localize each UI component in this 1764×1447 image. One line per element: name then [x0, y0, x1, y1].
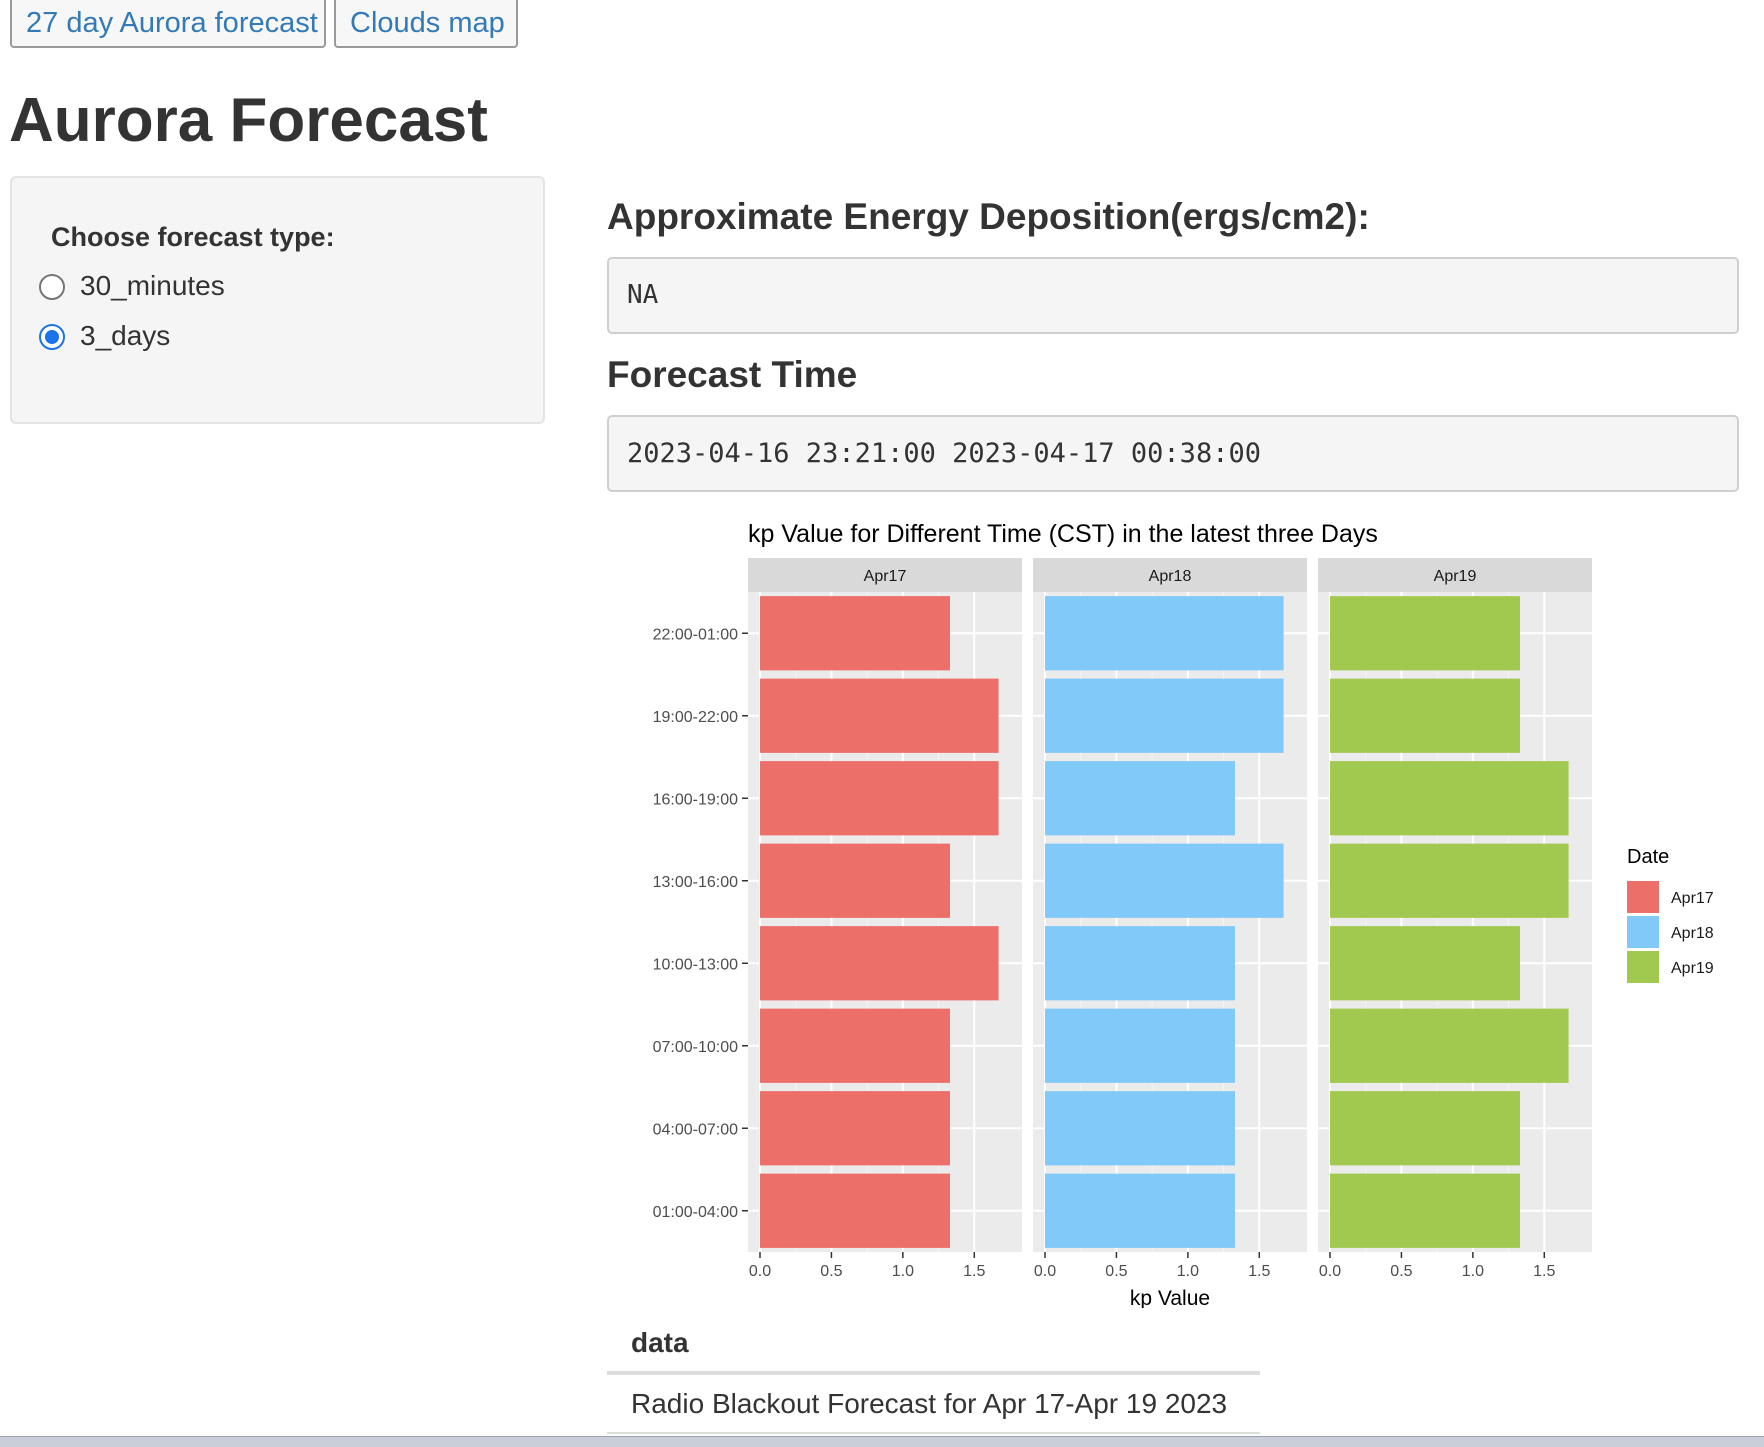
bar	[1330, 678, 1520, 753]
y-tick-label: 04:00-07:00	[653, 1121, 739, 1138]
radio-label: 3_days	[80, 320, 171, 351]
bar	[760, 596, 950, 671]
x-tick-label: 0.0	[749, 1263, 771, 1280]
bar	[1330, 843, 1569, 918]
x-tick-label: 1.5	[963, 1263, 985, 1280]
x-tick-label: 0.5	[1390, 1263, 1412, 1280]
energy-output: NA	[607, 257, 1739, 334]
table-header: data	[607, 1325, 1260, 1375]
x-tick-label: 0.5	[1105, 1263, 1127, 1280]
bar	[760, 843, 950, 918]
aurora-27-day-forecast-button[interactable]: 27 day Aurora forecast	[10, 0, 326, 48]
bar	[1330, 1173, 1520, 1248]
page-title: Aurora Forecast	[9, 86, 488, 155]
forecast-time-heading: Forecast Time	[607, 354, 858, 395]
bar	[1330, 1008, 1569, 1083]
bar	[1330, 1091, 1520, 1166]
legend-label: Apr17	[1671, 890, 1714, 907]
bar	[760, 926, 999, 1001]
radio-circle[interactable]	[39, 274, 65, 300]
facet-strip-label: Apr17	[864, 568, 907, 585]
bar	[760, 1091, 950, 1166]
bar	[1045, 678, 1284, 753]
x-tick-label: 0.0	[1319, 1263, 1341, 1280]
radio-label: 30_minutes	[80, 270, 225, 301]
y-tick-label: 07:00-10:00	[653, 1039, 739, 1056]
bar	[1330, 926, 1520, 1001]
legend-swatch	[1627, 881, 1659, 913]
clouds-map-button[interactable]: Clouds map	[334, 0, 518, 48]
y-tick-label: 22:00-01:00	[653, 626, 739, 643]
energy-heading: Approximate Energy Deposition(ergs/cm2):	[607, 196, 1370, 237]
bar	[1330, 761, 1569, 836]
bar	[1045, 1091, 1235, 1166]
legend-swatch	[1627, 951, 1659, 983]
bar	[1045, 596, 1284, 671]
bar	[760, 678, 999, 753]
bar	[1045, 761, 1235, 836]
bar	[1045, 1008, 1235, 1083]
y-tick-label: 01:00-04:00	[653, 1204, 739, 1221]
radio-circle[interactable]	[39, 324, 65, 350]
bar	[760, 761, 999, 836]
legend-swatch	[1627, 916, 1659, 948]
facet-strip-label: Apr18	[1149, 568, 1192, 585]
forecast-time-output: 2023-04-16 23:21:00 2023-04-17 00:38:00	[607, 415, 1739, 492]
x-tick-label: 1.0	[1462, 1263, 1484, 1280]
table-row: Radio Blackout Forecast for Apr 17-Apr 1…	[607, 1384, 1260, 1434]
bar	[1045, 1173, 1235, 1248]
y-tick-label: 16:00-19:00	[653, 791, 739, 808]
y-tick-label: 13:00-16:00	[653, 874, 739, 891]
x-tick-label: 1.5	[1248, 1263, 1270, 1280]
forecast-type-label: Choose forecast type:	[51, 222, 335, 252]
y-tick-label: 19:00-22:00	[653, 709, 739, 726]
x-axis-title: kp Value	[1130, 1287, 1210, 1308]
y-tick-label: 10:00-13:00	[653, 956, 739, 973]
bar	[1330, 596, 1520, 671]
chart-title: kp Value for Different Time (CST) in the…	[748, 520, 1378, 548]
bar	[1045, 926, 1235, 1001]
bar	[760, 1008, 950, 1083]
legend-label: Apr19	[1671, 960, 1714, 977]
x-tick-label: 1.0	[892, 1263, 914, 1280]
bar	[1045, 843, 1284, 918]
window-bottom-scrollbar	[0, 1436, 1764, 1447]
legend-title: Date	[1627, 846, 1669, 868]
facet-strip-label: Apr19	[1434, 568, 1477, 585]
kp-value-chart: kp Value for Different Time (CST) in the…	[653, 520, 1714, 1308]
x-tick-label: 0.0	[1034, 1263, 1056, 1280]
legend-label: Apr18	[1671, 925, 1714, 942]
x-tick-label: 1.0	[1177, 1263, 1199, 1280]
x-tick-label: 1.5	[1533, 1263, 1555, 1280]
x-tick-label: 0.5	[820, 1263, 842, 1280]
bar	[760, 1173, 950, 1248]
